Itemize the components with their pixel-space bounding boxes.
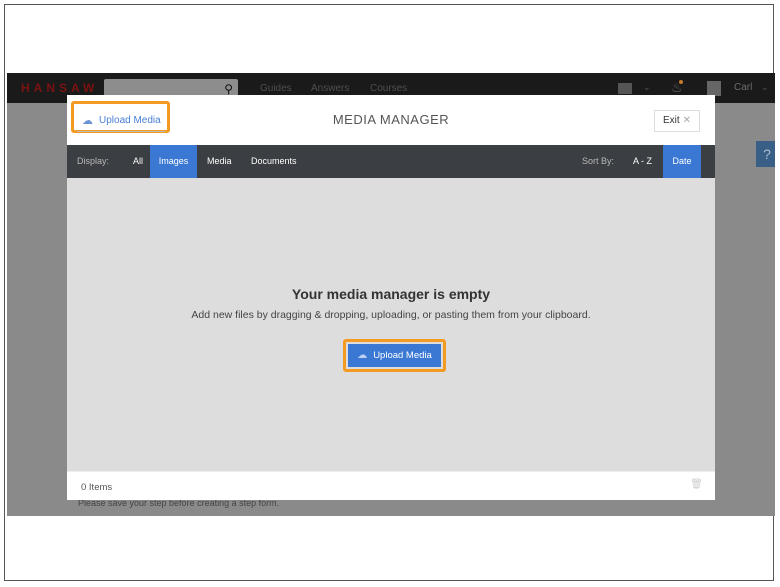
chevron-down-icon[interactable]: ⌄ xyxy=(643,82,651,93)
modal-footer: 0 Items 🗑 xyxy=(67,471,715,500)
sort-a-z[interactable]: A - Z xyxy=(633,145,652,178)
app-screenshot: HANSAW ⚲ Guides Answers Courses ⌄ ♨ Carl… xyxy=(7,73,775,516)
filter-images[interactable]: Images xyxy=(150,145,197,178)
upload-media-button-label: Upload Media xyxy=(373,350,432,361)
item-count: 0 Items xyxy=(81,482,113,493)
nav-answers[interactable]: Answers xyxy=(311,83,349,94)
exit-button[interactable]: Exit ✕ xyxy=(654,110,700,132)
site-logo[interactable]: HANSAW xyxy=(21,81,98,95)
filter-toolbar: Display: All Images Media Documents Sort… xyxy=(67,145,715,178)
media-manager-modal: ☁ Upload Media MEDIA MANAGER Exit ✕ Displ… xyxy=(67,95,715,500)
chevron-down-icon[interactable]: ⌄ xyxy=(761,82,769,93)
empty-subtitle: Add new files by dragging & dropping, up… xyxy=(191,309,591,321)
exit-label: Exit xyxy=(662,115,680,126)
language-flag-icon[interactable] xyxy=(618,83,632,94)
media-drop-area[interactable]: Your media manager is empty Add new file… xyxy=(67,178,715,471)
cloud-upload-icon: ☁ xyxy=(357,350,368,361)
modal-title: MEDIA MANAGER xyxy=(332,112,450,127)
notification-dot xyxy=(679,80,683,84)
user-name[interactable]: Carl xyxy=(734,82,752,93)
filter-media[interactable]: Media xyxy=(207,145,232,178)
avatar[interactable] xyxy=(707,81,721,96)
sort-date[interactable]: Date xyxy=(663,145,701,178)
divider xyxy=(77,131,165,132)
filter-all[interactable]: All xyxy=(128,145,148,178)
trash-icon[interactable]: 🗑 xyxy=(690,479,703,490)
empty-title: Your media manager is empty xyxy=(291,286,491,302)
nav-courses[interactable]: Courses xyxy=(370,83,407,94)
sort-by-label: Sort By: xyxy=(582,156,615,166)
filter-documents[interactable]: Documents xyxy=(251,145,297,178)
upload-media-button[interactable]: ☁ Upload Media xyxy=(348,344,441,367)
modal-header: ☁ Upload Media MEDIA MANAGER Exit ✕ xyxy=(67,95,715,145)
close-icon: ✕ xyxy=(682,115,692,126)
display-label: Display: xyxy=(77,156,110,166)
nav-guides[interactable]: Guides xyxy=(260,83,292,94)
search-icon[interactable]: ⚲ xyxy=(224,82,233,96)
help-button[interactable]: ? xyxy=(756,141,775,167)
